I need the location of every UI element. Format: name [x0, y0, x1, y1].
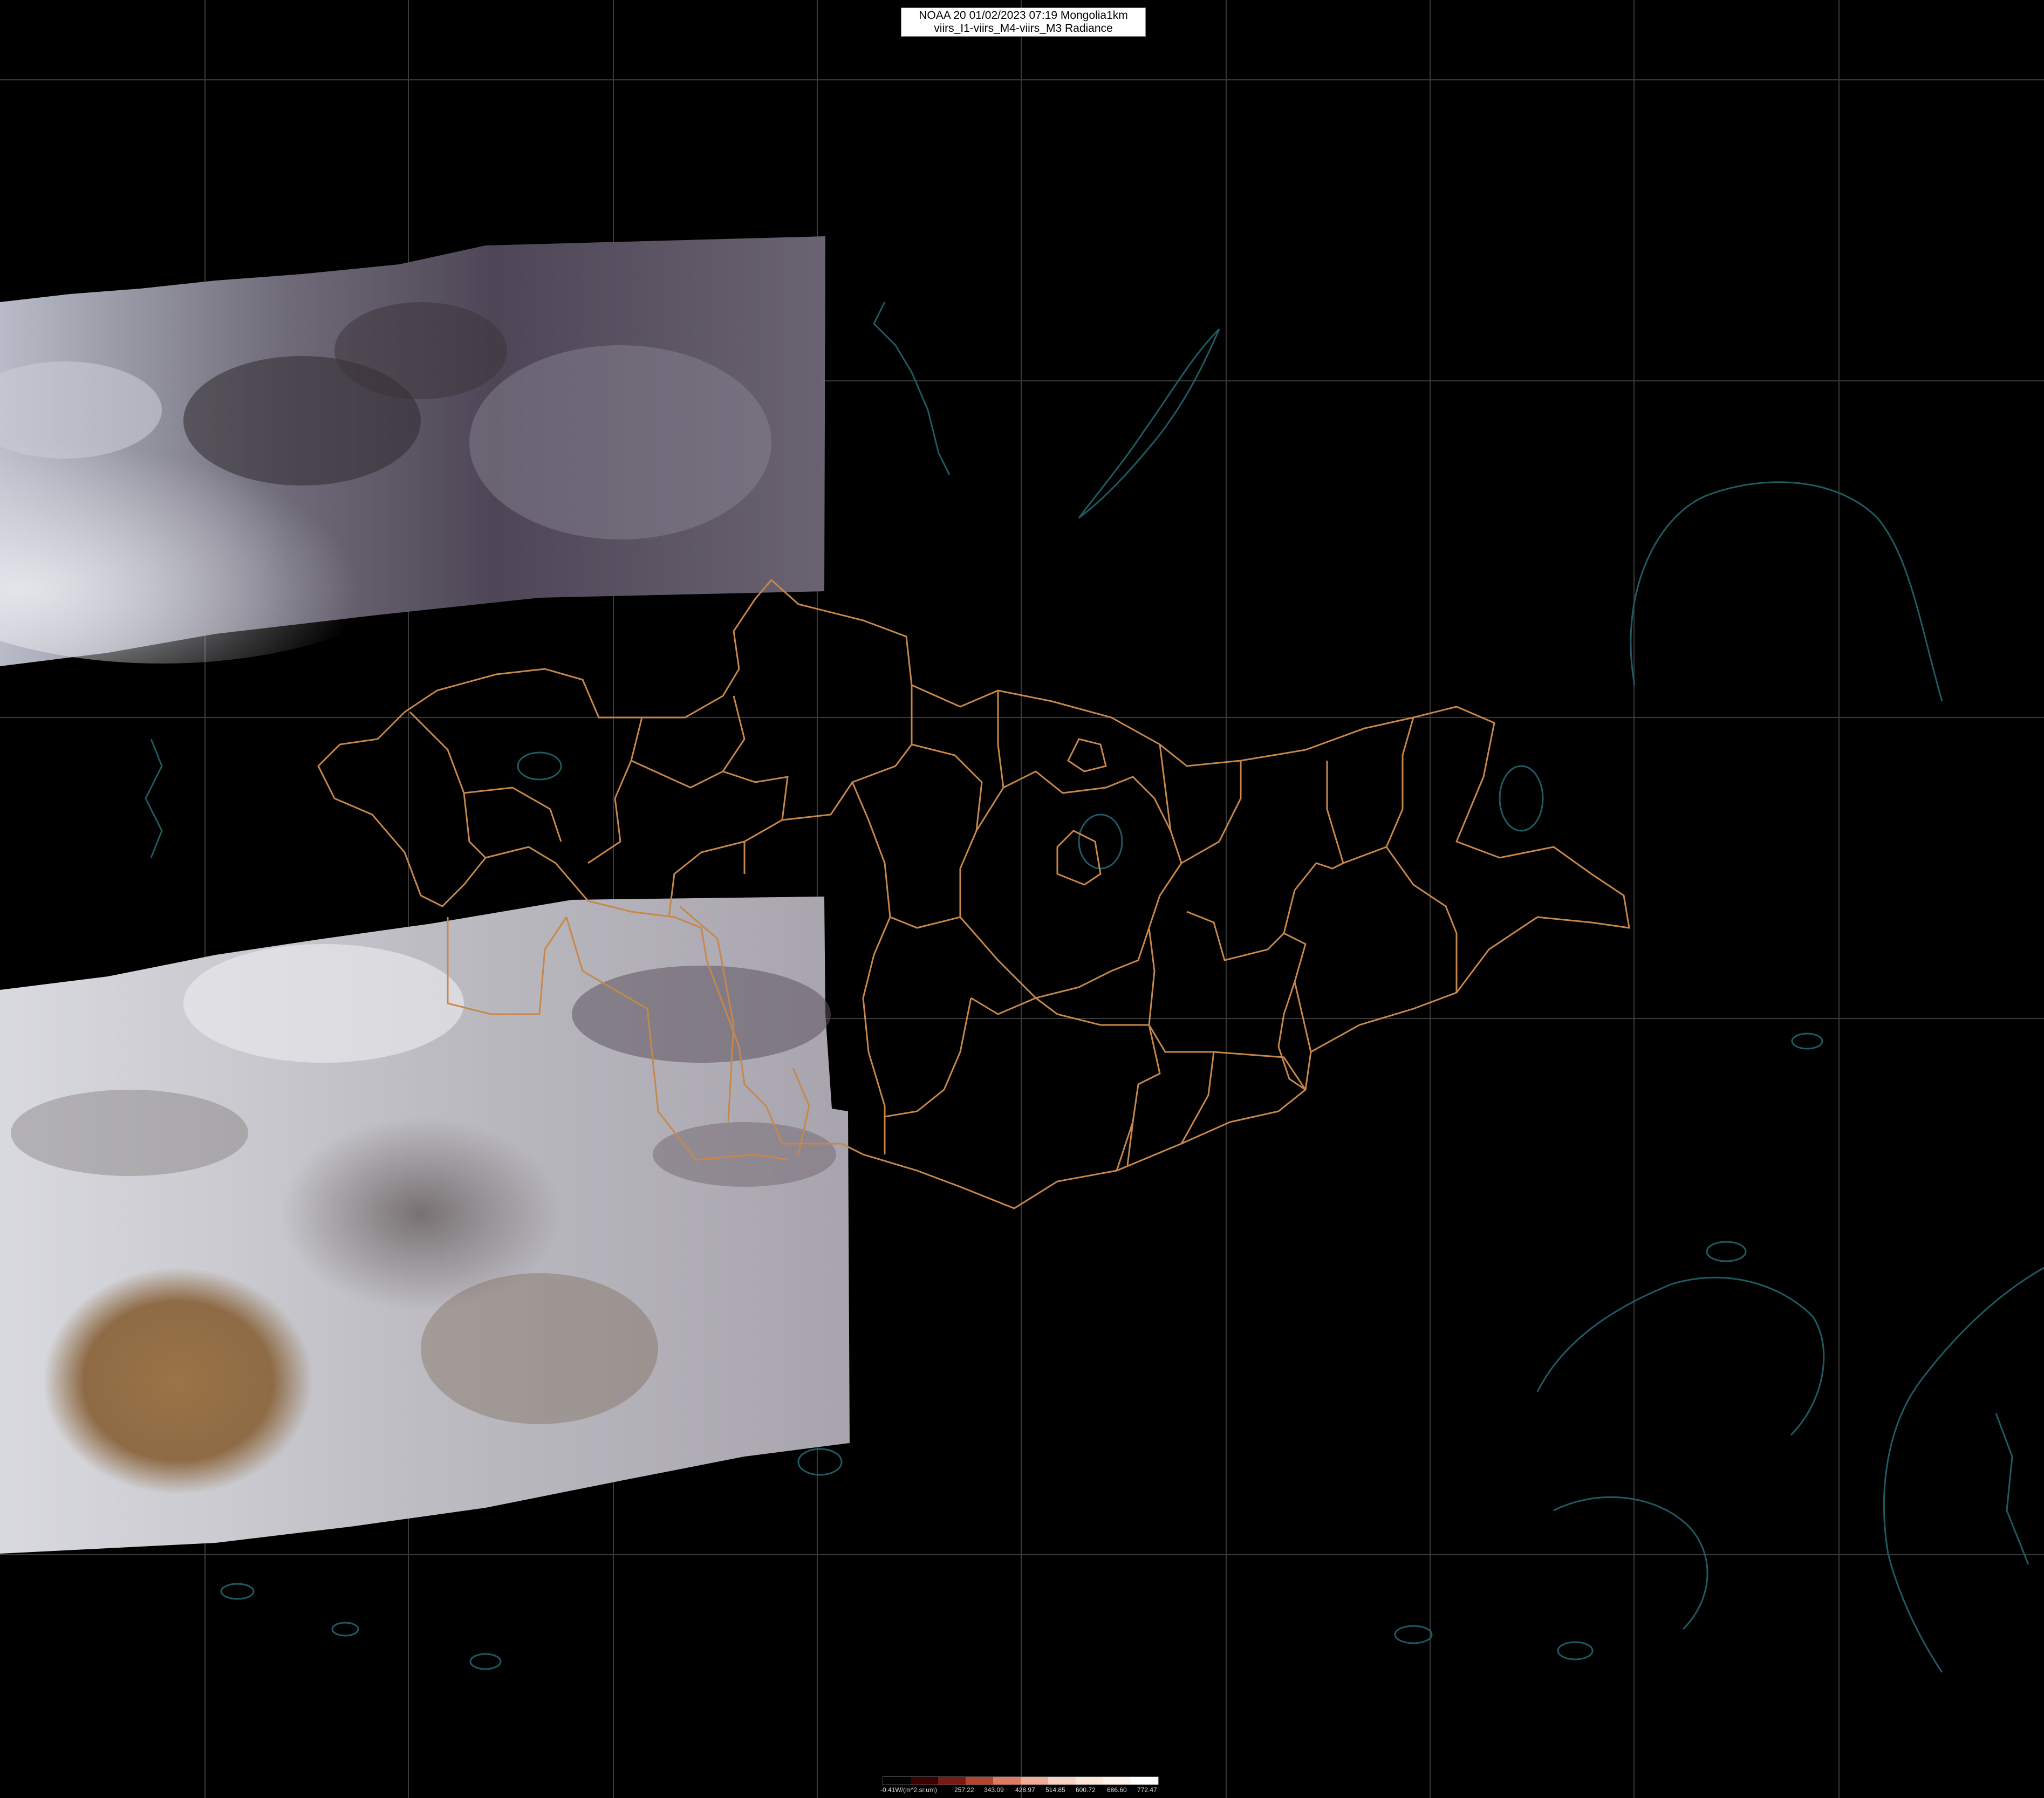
legend-color-bar — [883, 1776, 1159, 1785]
radiance-legend: -0.41W/(m^2.sr.um) 257.22 343.09 428.97 … — [880, 1773, 1161, 1798]
legend-tick-0: -0.41W/(m^2.sr.um) — [880, 1786, 937, 1794]
legend-swatch-5 — [1021, 1777, 1048, 1785]
legend-swatch-8 — [1103, 1777, 1131, 1785]
legend-swatch-0 — [883, 1777, 911, 1785]
satellite-swath-south — [0, 897, 850, 1554]
legend-tick-7: 772.47 — [1137, 1786, 1157, 1794]
legend-swatch-3 — [966, 1777, 993, 1785]
legend-tick-3: 428.97 — [1015, 1786, 1035, 1794]
legend-swatch-6 — [1048, 1777, 1076, 1785]
legend-tick-2: 343.09 — [984, 1786, 1004, 1794]
legend-swatch-9 — [1131, 1777, 1158, 1785]
satellite-swath-north — [0, 236, 825, 666]
legend-swatch-2 — [938, 1777, 966, 1785]
legend-tick-4: 514.85 — [1045, 1786, 1065, 1794]
title-line-1: NOAA 20 01/02/2023 07:19 Mongolia1km — [919, 9, 1128, 22]
satellite-map — [0, 0, 2044, 1798]
legend-swatch-1 — [911, 1777, 938, 1785]
legend-swatch-7 — [1076, 1777, 1103, 1785]
legend-tick-labels: -0.41W/(m^2.sr.um) 257.22 343.09 428.97 … — [880, 1786, 1161, 1795]
title-line-2: viirs_I1-viirs_M4-viirs_M3 Radiance — [934, 22, 1113, 35]
legend-tick-6: 686.60 — [1107, 1786, 1127, 1794]
image-title-box: NOAA 20 01/02/2023 07:19 Mongolia1km vii… — [901, 8, 1146, 37]
legend-swatch-4 — [993, 1777, 1021, 1785]
legend-tick-1: 257.22 — [954, 1786, 974, 1794]
legend-tick-5: 600.72 — [1076, 1786, 1096, 1794]
